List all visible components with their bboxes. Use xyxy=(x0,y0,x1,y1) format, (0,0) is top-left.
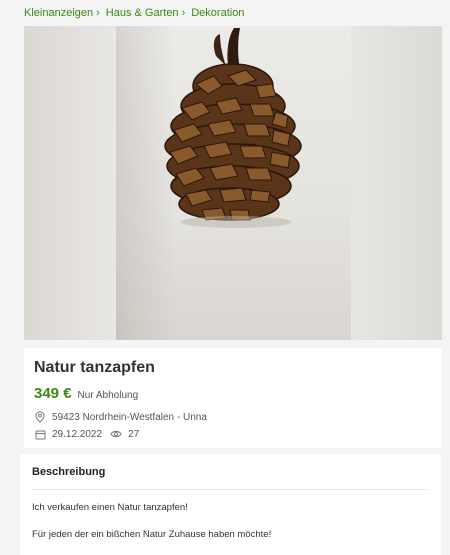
location-row: 59423 Nordrhein-Westfalen - Unna xyxy=(34,411,207,423)
divider xyxy=(32,489,429,490)
description-text-line: Ich verkaufen einen Natur tanzapfen! xyxy=(32,502,188,513)
listing-date: 29.12.2022 xyxy=(52,428,103,440)
listing-title: Natur tanzapfen xyxy=(34,359,155,376)
date-views-row: 29.12.2022 27 xyxy=(34,428,139,440)
listing-photo[interactable] xyxy=(116,26,351,340)
listing-price: 349 € xyxy=(34,385,72,402)
image-gallery[interactable] xyxy=(24,26,442,340)
chevron-right-icon: › xyxy=(96,7,100,19)
views-count: 27 xyxy=(128,428,140,440)
description-card: Beschreibung Ich verkaufen einen Natur t… xyxy=(20,454,441,555)
gallery-blur-right xyxy=(350,26,442,340)
breadcrumb: Kleinanzeigen › Haus & Garten › Dekorati… xyxy=(24,6,244,20)
views-counter: 27 xyxy=(110,428,139,440)
calendar-icon xyxy=(34,428,46,440)
eye-icon xyxy=(110,428,122,440)
gallery-blur-left xyxy=(24,26,116,340)
price-row: 349 € Nur Abholung xyxy=(34,385,138,402)
breadcrumb-haus-garten[interactable]: Haus & Garten xyxy=(106,6,179,20)
description-text-line: Für jeden der ein bißchen Natur Zuhause … xyxy=(32,529,272,540)
pine-cone-image xyxy=(164,28,302,228)
breadcrumb-kleinanzeigen[interactable]: Kleinanzeigen xyxy=(24,6,93,20)
listing-location: 59423 Nordrhein-Westfalen - Unna xyxy=(52,411,207,423)
location-pin-icon xyxy=(34,411,46,423)
breadcrumb-dekoration[interactable]: Dekoration xyxy=(191,6,244,20)
description-heading: Beschreibung xyxy=(32,466,106,478)
pickup-note: Nur Abholung xyxy=(77,390,139,401)
chevron-right-icon: › xyxy=(181,7,186,19)
